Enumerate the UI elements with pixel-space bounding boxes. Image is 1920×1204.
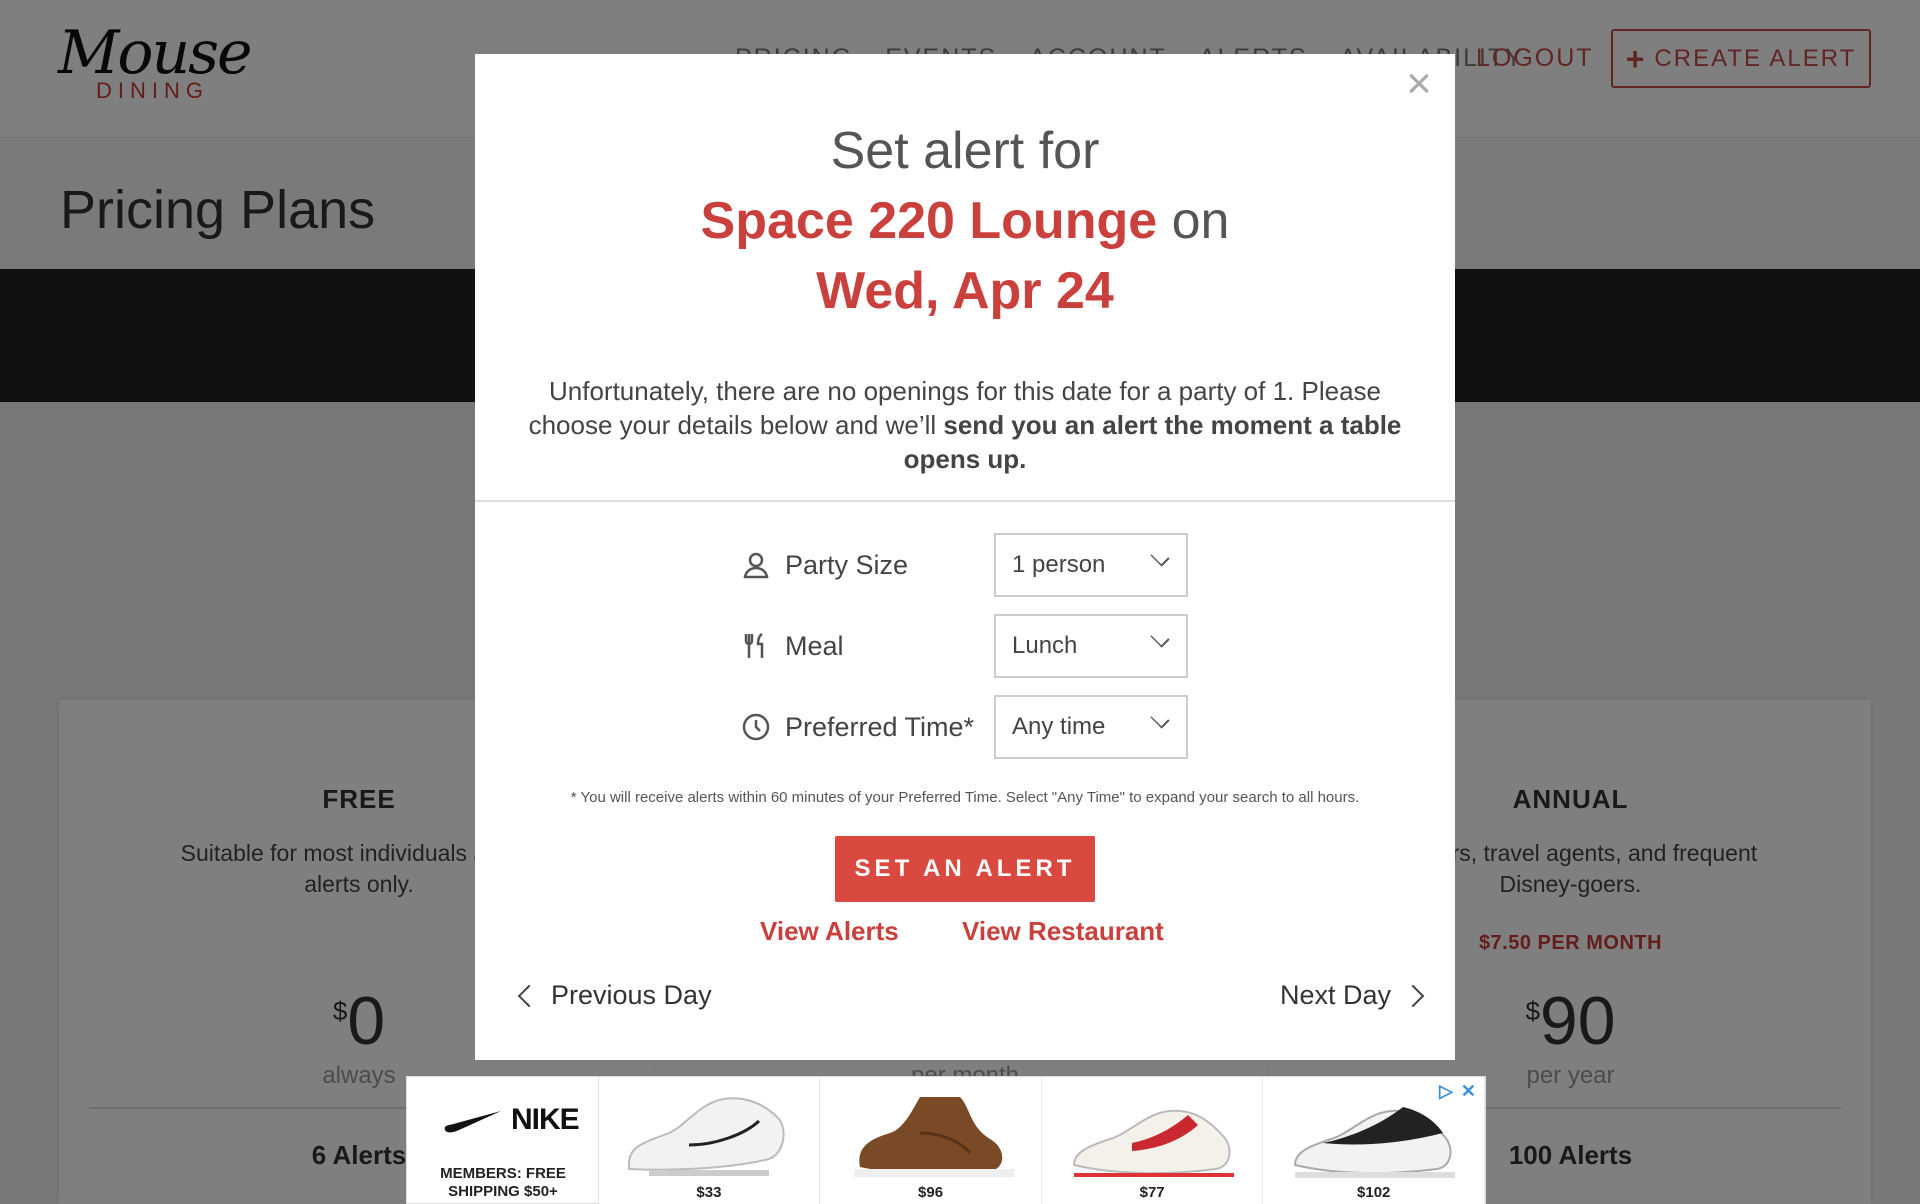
next-day-label: Next Day: [1279, 980, 1391, 1010]
ad-brand-panel[interactable]: NIKE MEMBERS: FREE SHIPPING $50+: [407, 1077, 599, 1204]
meal-select[interactable]: Lunch: [994, 614, 1188, 678]
modal-divider: [475, 500, 1455, 502]
party-size-label-group: Party Size: [741, 533, 908, 597]
chevron-down-icon: [1150, 628, 1170, 648]
view-alerts-link[interactable]: View Alerts: [760, 916, 899, 947]
no-openings-message: Unfortunately, there are no openings for…: [525, 374, 1405, 476]
ad-product[interactable]: $102 ▷ ✕: [1263, 1077, 1486, 1204]
ad-product[interactable]: $77: [1041, 1077, 1264, 1204]
meal-label-group: Meal: [741, 614, 844, 678]
brown-high-top-shoe-icon: [854, 1097, 1015, 1177]
set-alert-modal: × Set alert for Space 220 Lounge on Wed,…: [475, 54, 1455, 1060]
ad-brand-name: NIKE: [511, 1103, 580, 1136]
ad-product[interactable]: $96: [820, 1077, 1042, 1204]
previous-day-button[interactable]: Previous Day: [517, 980, 712, 1011]
preferred-time-label: Preferred Time*: [785, 711, 975, 742]
modal-title: Set alert for Space 220 Lounge on Wed, A…: [475, 116, 1455, 326]
preferred-time-footnote: * You will receive alerts within 60 minu…: [570, 789, 1360, 806]
chevron-right-icon: [1401, 984, 1425, 1007]
chevron-left-icon: [517, 984, 541, 1007]
ad-price: $33: [696, 1184, 722, 1201]
next-day-button[interactable]: Next Day: [1279, 980, 1425, 1011]
ad-choices[interactable]: ▷ ✕: [1439, 1081, 1476, 1102]
meal-value: Lunch: [1012, 632, 1078, 659]
preferred-time-select[interactable]: Any time: [994, 695, 1188, 759]
preferred-time-value: Any time: [1012, 713, 1106, 740]
title-on-word: on: [1171, 192, 1230, 250]
meal-row: Meal Lunch: [475, 614, 1455, 678]
party-size-label: Party Size: [785, 549, 909, 580]
meal-label: Meal: [785, 630, 844, 661]
white-cleat-shoe-icon: [627, 1097, 785, 1176]
ad-product[interactable]: $33: [598, 1077, 821, 1204]
set-alert-button[interactable]: SET AN ALERT: [835, 836, 1095, 902]
previous-day-label: Previous Day: [551, 980, 712, 1010]
utensils-icon: [741, 631, 771, 661]
message-emphasis: send you an alert the moment a table ope…: [903, 410, 1402, 474]
close-icon[interactable]: ×: [1399, 62, 1439, 106]
person-icon: [741, 550, 771, 580]
clock-icon: [741, 712, 771, 742]
ad-choices-icon[interactable]: ▷: [1439, 1081, 1453, 1102]
close-icon[interactable]: ✕: [1461, 1081, 1476, 1102]
ad-promo-line: SHIPPING $50+: [448, 1183, 558, 1200]
party-size-value: 1 person: [1012, 551, 1106, 578]
restaurant-name: Space 220 Lounge: [700, 192, 1158, 250]
ad-promo-text: MEMBERS: FREE SHIPPING $50+: [407, 1165, 599, 1201]
ad-promo-line: MEMBERS: FREE: [440, 1165, 566, 1182]
modal-title-line1: Set alert for: [830, 122, 1100, 180]
ad-banner[interactable]: NIKE MEMBERS: FREE SHIPPING $50+ $33 $96…: [406, 1076, 1486, 1204]
preferred-time-label-group: Preferred Time*: [741, 695, 974, 759]
black-white-low-shoe-icon: [1294, 1107, 1456, 1178]
preferred-time-row: Preferred Time* Any time: [475, 695, 1455, 759]
ad-price: $102: [1357, 1184, 1391, 1201]
party-size-row: Party Size 1 person: [475, 533, 1455, 597]
alert-date: Wed, Apr 24: [816, 262, 1114, 320]
chevron-down-icon: [1150, 709, 1170, 729]
ad-price: $77: [1139, 1184, 1165, 1201]
chevron-down-icon: [1150, 547, 1170, 567]
nike-swoosh-icon: [444, 1111, 501, 1133]
view-restaurant-link[interactable]: View Restaurant: [962, 916, 1164, 947]
white-red-low-shoe-icon: [1072, 1109, 1234, 1177]
party-size-select[interactable]: 1 person: [994, 533, 1188, 597]
ad-price: $96: [918, 1184, 944, 1201]
